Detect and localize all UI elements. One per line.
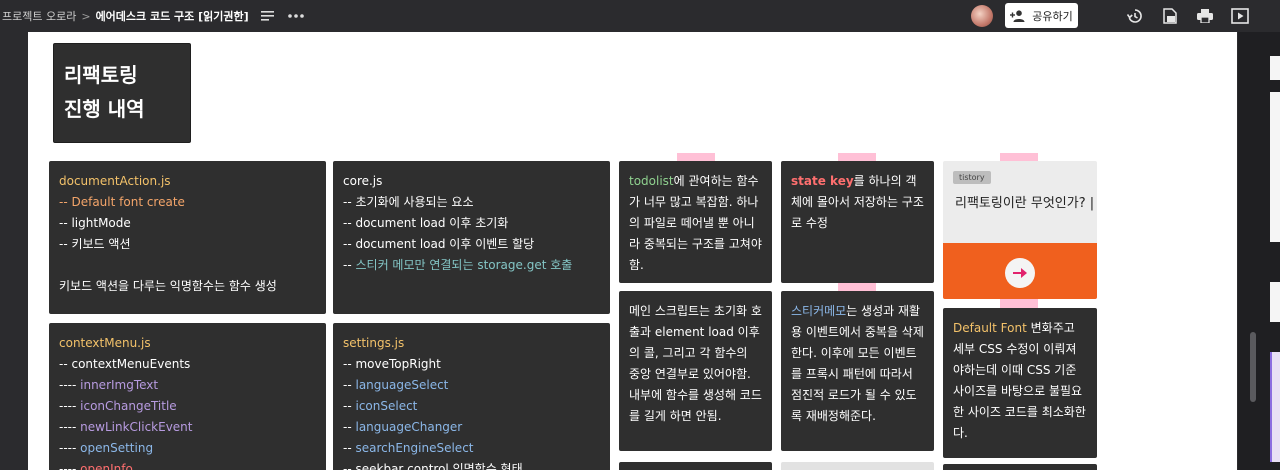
share-button[interactable]: 공유하기 bbox=[1005, 3, 1078, 28]
sticky-text: 변화주고 세부 CSS 수정이 이뤄져야하는데 이때 CSS 기준 사이즈를 바… bbox=[953, 321, 1086, 440]
sticky-note-stickermemo[interactable]: 스티커메모는 생성과 재활용 이벤트에서 중복을 삭제한다. 이후에 모든 이벤… bbox=[781, 291, 934, 451]
thumbnail[interactable] bbox=[1270, 92, 1280, 242]
document-page: 리팩토링 진행 내역 documentAction.js -- Default … bbox=[28, 32, 1237, 470]
title-box: 리팩토링 진행 내역 bbox=[53, 43, 191, 143]
sticky-highlight: state key bbox=[791, 174, 854, 188]
card-line: newLinkClickEvent bbox=[80, 420, 193, 434]
share-button-label: 공유하기 bbox=[1032, 9, 1073, 23]
link-title: 리팩토링이란 무엇인가? | bbox=[955, 196, 1095, 211]
sticky-highlight: 스티커메모 bbox=[791, 304, 847, 318]
note-card-core[interactable]: core.js -- 초기화에 사용되는 요소 -- document load… bbox=[333, 161, 610, 314]
top-bar: 프로젝트 오로라 > 에어데스크 코드 구조 [읽기권한] bbox=[0, 0, 1280, 32]
card-filename: settings.js bbox=[343, 336, 405, 350]
document-title[interactable]: 에어데스크 코드 구조 [읽기권한] bbox=[96, 8, 249, 24]
card-filename: contextMenu.js bbox=[59, 336, 151, 350]
card-line: -- moveTopRight bbox=[343, 357, 441, 371]
arrow-right-icon bbox=[1005, 258, 1035, 288]
card-line: Default font create bbox=[71, 195, 185, 209]
card-line: openSetting bbox=[80, 441, 154, 455]
sticky-note-defaultfont[interactable]: Default Font 변화주고 세부 CSS 수정이 이뤄져야하는데 이때 … bbox=[943, 308, 1097, 458]
card-line: 스티커 메모만 연결되는 storage.get 호출 bbox=[355, 258, 573, 272]
more-icon[interactable] bbox=[285, 5, 307, 27]
sticky-highlight: Default Font bbox=[953, 321, 1027, 335]
card-line-prefix: -- bbox=[343, 399, 356, 413]
card-line: seekbar control 익명함수 형태 bbox=[355, 462, 523, 470]
thumbnail-selected[interactable] bbox=[1270, 352, 1280, 462]
card-line-prefix: -- bbox=[343, 420, 356, 434]
card-line: -- document load 이후 이벤트 할당 bbox=[343, 237, 535, 251]
card-filename: documentAction.js bbox=[59, 174, 171, 188]
card-line: 키보드 액션을 다루는 익명함수는 함수 생성 bbox=[59, 279, 277, 293]
history-icon[interactable] bbox=[1124, 5, 1146, 27]
card-line-prefix: ---- bbox=[59, 420, 81, 434]
print-icon[interactable] bbox=[1194, 5, 1216, 27]
sticky-note[interactable] bbox=[619, 462, 772, 470]
right-panel bbox=[1238, 32, 1280, 470]
card-line: -- bbox=[59, 195, 72, 209]
sticky-note-todolist[interactable]: todolist에 관여하는 함수가 너무 많고 복잡함. 하나의 파일로 떼어… bbox=[619, 161, 772, 283]
card-line-prefix: -- bbox=[343, 378, 356, 392]
sticky-text: 메인 스크립트는 초기화 호출과 element load 이후의 콜, 그리고… bbox=[629, 304, 762, 423]
workspace-breadcrumb[interactable]: 프로젝트 오로라 bbox=[2, 8, 76, 24]
tape-decoration bbox=[1000, 298, 1038, 308]
link-preview-card[interactable]: tistory 리팩토링이란 무엇인가? | bbox=[943, 161, 1097, 299]
title-line-2: 진행 내역 bbox=[64, 97, 145, 121]
card-filename: core.js bbox=[343, 174, 383, 188]
source-tag: tistory bbox=[953, 171, 991, 184]
card-line: openInfo bbox=[80, 462, 133, 470]
thumbnail[interactable] bbox=[1270, 56, 1280, 80]
card-line-prefix: ---- bbox=[59, 399, 81, 413]
present-icon[interactable] bbox=[1229, 5, 1251, 27]
note-card-contextmenu[interactable]: contextMenu.js -- contextMenuEvents ----… bbox=[49, 323, 326, 470]
scrollbar-thumb[interactable] bbox=[1250, 332, 1256, 402]
note-card-documentaction[interactable]: documentAction.js -- Default font create… bbox=[49, 161, 326, 314]
card-line: -- contextMenuEvents bbox=[59, 357, 191, 371]
avatar[interactable] bbox=[971, 5, 993, 27]
card-line: languageChanger bbox=[355, 420, 463, 434]
thumbnail[interactable] bbox=[1270, 282, 1280, 322]
card-line-prefix: -- bbox=[343, 258, 356, 272]
card-line: searchEngineSelect bbox=[355, 441, 474, 455]
note-card-settings[interactable]: settings.js -- moveTopRight -- languageS… bbox=[333, 323, 610, 470]
card-line: iconChangeTitle bbox=[80, 399, 177, 413]
sticky-text: 에 관여하는 함수가 너무 많고 복잡함. 하나의 파일로 떼어낼 뿐 아니라 … bbox=[629, 174, 762, 272]
sticky-note[interactable] bbox=[943, 464, 1097, 470]
card-line: -- 초기화에 사용되는 요소 bbox=[343, 195, 474, 209]
card-line: languageSelect bbox=[355, 378, 449, 392]
card-line: -- 키보드 액션 bbox=[59, 237, 131, 251]
card-line: -- document load 이후 초기화 bbox=[343, 216, 509, 230]
export-icon[interactable] bbox=[1159, 5, 1181, 27]
card-line: -- lightMode bbox=[59, 216, 131, 230]
list-icon[interactable] bbox=[257, 5, 279, 27]
add-person-icon bbox=[1010, 9, 1025, 22]
sticky-note[interactable] bbox=[781, 462, 934, 470]
card-line-prefix: -- bbox=[343, 462, 356, 470]
card-line-prefix: ---- bbox=[59, 462, 81, 470]
sticky-note-mainscript[interactable]: 메인 스크립트는 초기화 호출과 element load 이후의 콜, 그리고… bbox=[619, 291, 772, 451]
title-line-1: 리팩토링 bbox=[64, 63, 138, 87]
card-line-prefix: ---- bbox=[59, 441, 81, 455]
card-line-prefix: ---- bbox=[59, 378, 81, 392]
breadcrumb-separator: > bbox=[81, 9, 91, 23]
card-line: iconSelect bbox=[355, 399, 418, 413]
card-line-prefix: -- bbox=[343, 441, 356, 455]
sticky-note-statekey[interactable]: state key를 하나의 객체에 몰아서 저장하는 구조로 수정 bbox=[781, 161, 934, 283]
card-line: innerImgText bbox=[80, 378, 159, 392]
sticky-text: 는 생성과 재활용 이벤트에서 중복을 삭제한다. 이후에 모든 이벤트를 프록… bbox=[791, 304, 924, 423]
sticky-highlight: todolist bbox=[629, 174, 674, 188]
